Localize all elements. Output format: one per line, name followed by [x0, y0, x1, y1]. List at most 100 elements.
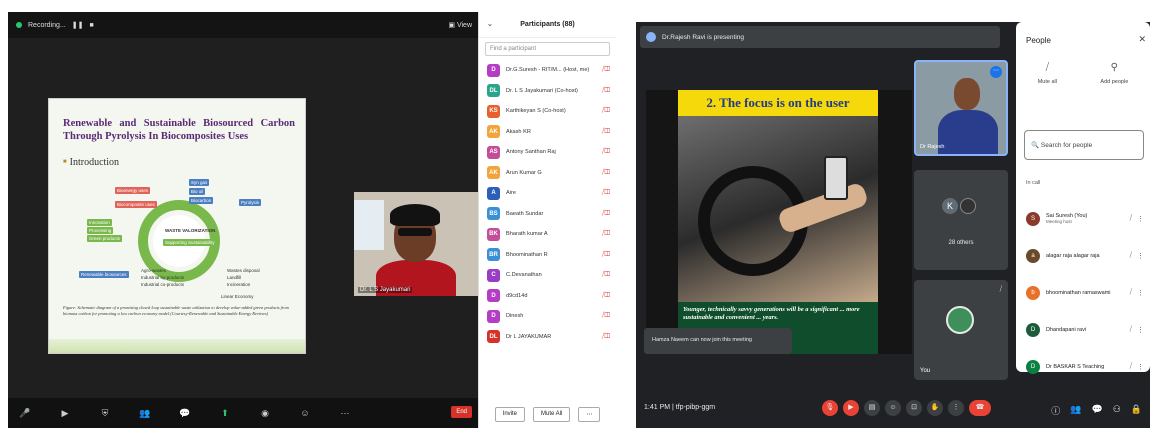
- add-people-button[interactable]: ⚲ Add people: [1100, 62, 1128, 85]
- more-options-icon[interactable]: ⋮: [1137, 252, 1144, 260]
- phone-image: [824, 156, 848, 200]
- mic-muted-icon[interactable]: ⧸◫: [602, 189, 610, 197]
- mic-icon[interactable]: 🎤: [16, 408, 34, 419]
- video-icon[interactable]: ▶: [56, 408, 74, 419]
- more-options-icon[interactable]: ⋯: [990, 66, 1002, 78]
- mic-muted-icon[interactable]: ⧸◫: [602, 271, 610, 279]
- diagram-label: Incineration: [227, 282, 251, 287]
- activities-icon[interactable]: ⚇: [1113, 404, 1121, 417]
- mic-off-icon[interactable]: ⧸: [1130, 289, 1132, 297]
- mic-muted-icon[interactable]: ⧸◫: [602, 148, 610, 156]
- participant-row[interactable]: BK Bharath kumar A ⧸◫: [479, 224, 616, 245]
- more-options-button[interactable]: ⋯: [578, 407, 601, 422]
- people-row[interactable]: b bhoominathan ramaswami ⧸ ⋮: [1016, 274, 1150, 311]
- people-list: S Sai Suresh (You) Meeting host ⧸ ⋮ a alagar r…: [1016, 200, 1150, 385]
- present-icon[interactable]: ⊡: [906, 400, 922, 416]
- participant-row[interactable]: KS Karthikeyan S (Co-host) ⧸◫: [479, 101, 616, 122]
- mic-muted-icon[interactable]: ⧸◫: [602, 210, 610, 218]
- security-icon[interactable]: ⛨: [96, 408, 114, 419]
- people-row[interactable]: D Dr BASKAR S Teaching ⧸ ⋮: [1016, 348, 1150, 385]
- reactions-icon[interactable]: ☺: [296, 408, 314, 418]
- people-search-input[interactable]: 🔍 Search for people: [1024, 130, 1144, 160]
- participant-row[interactable]: AK Arun Kumar G ⧸◫: [479, 163, 616, 184]
- more-options-icon[interactable]: ⋮: [1137, 363, 1144, 371]
- more-options-icon[interactable]: ⋮: [1137, 215, 1144, 223]
- mic-muted-icon[interactable]: ⧸◫: [602, 128, 610, 136]
- meeting-code: tfp-pibp-ggm: [675, 404, 716, 411]
- participant-row[interactable]: BR Bhoominathan R ⧸◫: [479, 245, 616, 266]
- avatar: BR: [487, 248, 500, 262]
- view-button[interactable]: ▣ View: [448, 21, 472, 29]
- record-dot-icon: [16, 22, 22, 28]
- lock-icon[interactable]: 🔒: [1131, 404, 1142, 417]
- pause-icon[interactable]: ❚❚: [72, 21, 84, 29]
- mic-muted-icon[interactable]: ⧸◫: [602, 292, 610, 300]
- participant-row[interactable]: AK Akash KR ⧸◫: [479, 122, 616, 143]
- presenter-video-tile[interactable]: ⋯ Dr Rajesh: [914, 60, 1008, 156]
- chat-icon[interactable]: 💬: [1091, 404, 1102, 417]
- end-button[interactable]: End: [451, 406, 472, 418]
- diagram-label: Linear Economy: [221, 294, 254, 299]
- more-icon[interactable]: ⋯: [336, 408, 354, 419]
- mic-muted-icon[interactable]: ⧸◫: [602, 230, 610, 238]
- people-row[interactable]: S Sai Suresh (You) Meeting host ⧸ ⋮: [1016, 200, 1150, 237]
- mic-muted-icon[interactable]: ⧸◫: [602, 107, 610, 115]
- diagram-label: Supporting Sustainability: [163, 239, 217, 246]
- speaker-video-tile[interactable]: Dr. L S Jayakumari: [354, 192, 478, 296]
- mic-off-icon[interactable]: ⧸: [1130, 215, 1132, 223]
- participant-row[interactable]: C C.Devanathan ⧸◫: [479, 265, 616, 286]
- record-icon[interactable]: ◉: [256, 408, 274, 419]
- mic-muted-icon[interactable]: ⧸◫: [602, 333, 610, 341]
- participant-row[interactable]: BS Baeath Sundar ⧸◫: [479, 204, 616, 225]
- more-options-icon[interactable]: ⋮: [948, 400, 964, 416]
- leave-call-icon[interactable]: ☎: [969, 400, 991, 416]
- avatar: [946, 306, 974, 334]
- mute-all-button[interactable]: ⧸ Mute all: [1038, 62, 1057, 85]
- raise-hand-icon[interactable]: ✋: [927, 400, 943, 416]
- speaker-glasses: [398, 228, 432, 236]
- people-row[interactable]: a alagar raja alagar raja ⧸ ⋮: [1016, 237, 1150, 274]
- others-tile[interactable]: K 28 others: [914, 170, 1008, 270]
- participants-icon[interactable]: 👥: [136, 408, 154, 419]
- mic-off-icon[interactable]: 🎙: [822, 400, 838, 416]
- mic-muted-icon[interactable]: ⧸◫: [602, 87, 610, 95]
- mic-off-icon[interactable]: ⧸: [1130, 252, 1132, 260]
- mic-muted-icon[interactable]: ⧸◫: [602, 66, 610, 74]
- participant-row[interactable]: Dd9cd14d ⧸◫: [479, 286, 616, 307]
- avatar: b: [1026, 285, 1040, 300]
- participant-row[interactable]: DL Dr. L S Jayakumari (Co-host) ⧸◫: [479, 81, 616, 102]
- participant-row[interactable]: A Aire ⧸◫: [479, 183, 616, 204]
- participant-row[interactable]: DL Dr L JAYAKUMAR ⧸◫: [479, 327, 616, 348]
- chat-icon[interactable]: 💬: [176, 408, 194, 419]
- participant-name: Dr.G.Suresh - RIT/M... (Host, me): [506, 67, 590, 74]
- participant-row[interactable]: D Dr.G.Suresh - RIT/M... (Host, me) ⧸◫: [479, 60, 616, 81]
- people-row[interactable]: D Dhandapani ravi ⧸ ⋮: [1016, 311, 1150, 348]
- zoom-toolbar: 🎤 ▶ ⛨ 👥 💬 ⬆ ◉ ☺ ⋯ End: [8, 398, 478, 428]
- close-icon[interactable]: ✕: [1138, 34, 1146, 45]
- mic-off-icon[interactable]: ⧸: [1130, 363, 1132, 371]
- in-call-heading: In call: [1026, 180, 1041, 186]
- invite-button[interactable]: Invite: [494, 407, 525, 422]
- participant-search-input[interactable]: Find a participant: [485, 42, 610, 56]
- camera-off-icon[interactable]: ▶: [843, 400, 859, 416]
- mic-muted-icon[interactable]: ⧸◫: [602, 251, 610, 259]
- more-options-icon[interactable]: ⋮: [1137, 326, 1144, 334]
- participant-row[interactable]: AS Antony Santhan Raj ⧸◫: [479, 142, 616, 163]
- chevron-down-icon[interactable]: ⌄: [487, 20, 493, 28]
- emoji-icon[interactable]: ☺: [885, 400, 901, 416]
- avatar: DL: [487, 84, 500, 98]
- participant-name: Akash KR: [506, 128, 531, 135]
- self-tile[interactable]: ⧸ You: [914, 280, 1008, 380]
- stop-icon[interactable]: ■: [89, 22, 93, 29]
- more-options-icon[interactable]: ⋮: [1137, 289, 1144, 297]
- participant-row[interactable]: D Dinesh ⧸◫: [479, 306, 616, 327]
- mic-off-icon[interactable]: ⧸: [1130, 326, 1132, 334]
- mic-muted-icon[interactable]: ⧸◫: [602, 169, 610, 177]
- participant-name: Aire: [506, 190, 516, 197]
- share-screen-icon[interactable]: ⬆: [216, 408, 234, 419]
- info-icon[interactable]: ⓘ: [1051, 404, 1060, 417]
- mic-muted-icon[interactable]: ⧸◫: [602, 312, 610, 320]
- captions-icon[interactable]: ▤: [864, 400, 880, 416]
- mute-all-button[interactable]: Mute All: [533, 407, 571, 422]
- people-icon[interactable]: 👥: [1070, 404, 1081, 417]
